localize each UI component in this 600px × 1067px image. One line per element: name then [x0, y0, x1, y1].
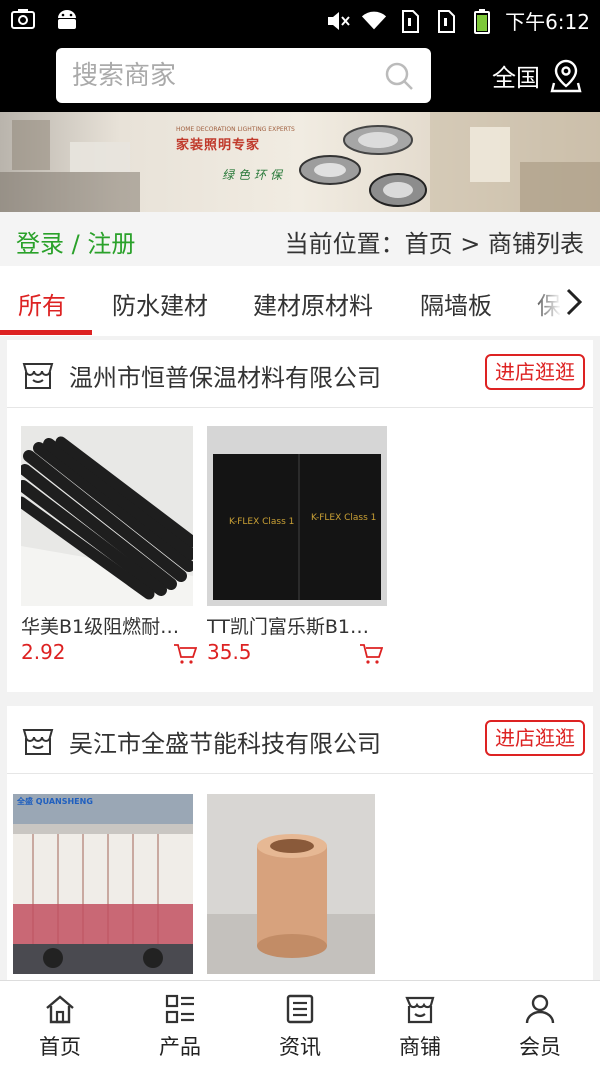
nav-shops[interactable]: 商铺 [360, 981, 480, 1067]
top-bar: 下午6:12 全国 [0, 0, 600, 112]
product-name[interactable]: 华美B1级阻燃耐… [21, 612, 201, 639]
storefront-icon [22, 363, 54, 389]
mute-icon [325, 8, 351, 34]
wifi-icon [361, 8, 387, 34]
box-label-right: K-FLEX Class 1 [311, 513, 376, 523]
status-time: 下午6:12 [505, 10, 590, 34]
shop-card-header[interactable]: 吴江市全盛节能科技有限公司 进店逛逛 [7, 706, 593, 774]
tab-waterproof[interactable]: 防水建材 [112, 286, 208, 321]
nav-label: 产品 [159, 1035, 201, 1059]
box-label-left: K-FLEX Class 1 [229, 517, 294, 527]
sim2-icon [433, 8, 459, 34]
cart-icon[interactable] [173, 642, 197, 666]
tab-raw-materials[interactable]: 建材原材料 [253, 286, 373, 321]
nav-home[interactable]: 首页 [0, 981, 120, 1067]
screenshot-icon [10, 6, 36, 32]
shop-card-header[interactable]: 温州市恒普保温材料有限公司 进店逛逛 [7, 340, 593, 408]
product-list-icon [165, 994, 194, 1024]
home-icon [46, 995, 74, 1024]
nav-member[interactable]: 会员 [480, 981, 600, 1067]
battery-icon [469, 8, 495, 34]
shop-icon [405, 996, 435, 1024]
category-tabs: 所有 防水建材 建材原材料 隔墙板 保 [0, 266, 600, 336]
news-icon [286, 994, 314, 1024]
region-selector[interactable]: 全国 [492, 58, 582, 93]
nav-label: 商铺 [399, 1035, 441, 1059]
banner-title: 家装照明专家 [176, 138, 261, 153]
shop-card: 吴江市全盛节能科技有限公司 进店逛逛 全盛 QUANSHENG [7, 706, 593, 980]
tab-partition-board[interactable]: 隔墙板 [420, 286, 492, 321]
visit-shop-button[interactable]: 进店逛逛 [485, 354, 585, 390]
truck-logo-text: 全盛 QUANSHENG [16, 796, 93, 806]
product-price: 35.5 [207, 640, 252, 664]
breadcrumb: 当前位置：首页 > 商铺列表 [284, 230, 584, 258]
breadcrumb-bar: 登录 / 注册 当前位置：首页 > 商铺列表 [0, 212, 600, 266]
banner-image [0, 112, 600, 212]
status-bar: 下午6:12 [0, 0, 600, 40]
location-pin-icon [550, 59, 582, 92]
member-icon [525, 994, 555, 1024]
nav-news[interactable]: 资讯 [240, 981, 360, 1067]
chevron-right-icon[interactable] [564, 286, 584, 318]
shop-name[interactable]: 温州市恒普保温材料有限公司 [69, 358, 381, 393]
product-image[interactable] [207, 794, 387, 974]
product-image[interactable] [21, 426, 201, 606]
banner-slogan: 绿色环保 [222, 168, 287, 182]
nav-label: 首页 [39, 1035, 81, 1059]
login-register-link[interactable]: 登录 / 注册 [16, 224, 135, 259]
nav-label: 资讯 [279, 1035, 321, 1059]
android-icon [54, 6, 80, 32]
promo-banner[interactable]: HOME DECORATION LIGHTING EXPERTS 家装照明专家 … [0, 112, 600, 212]
product-image[interactable]: K-FLEX Class 1 K-FLEX Class 1 [207, 426, 387, 606]
shop-name[interactable]: 吴江市全盛节能科技有限公司 [69, 724, 381, 759]
product-name[interactable]: TT凯门富乐斯B1… [207, 612, 387, 639]
visit-shop-button[interactable]: 进店逛逛 [485, 720, 585, 756]
search-icon[interactable] [383, 60, 415, 92]
nav-products[interactable]: 产品 [120, 981, 240, 1067]
cart-icon[interactable] [359, 642, 383, 666]
search-box[interactable] [56, 48, 431, 103]
bottom-navigation: 首页 产品 资讯 商铺 会员 [0, 980, 600, 1067]
banner-subtitle: HOME DECORATION LIGHTING EXPERTS [176, 126, 295, 133]
sim1-icon [397, 8, 423, 34]
tab-all[interactable]: 所有 [18, 286, 66, 321]
product-image[interactable]: 全盛 QUANSHENG [13, 794, 193, 974]
region-label: 全国 [492, 64, 540, 92]
nav-label: 会员 [519, 1035, 561, 1059]
product-price: 2.92 [21, 640, 66, 664]
storefront-icon [22, 729, 54, 755]
shop-card: 温州市恒普保温材料有限公司 进店逛逛 华美B1级阻燃耐… 2.92 K-FLEX… [7, 340, 593, 692]
search-input[interactable] [72, 48, 372, 103]
active-tab-indicator [0, 330, 92, 335]
